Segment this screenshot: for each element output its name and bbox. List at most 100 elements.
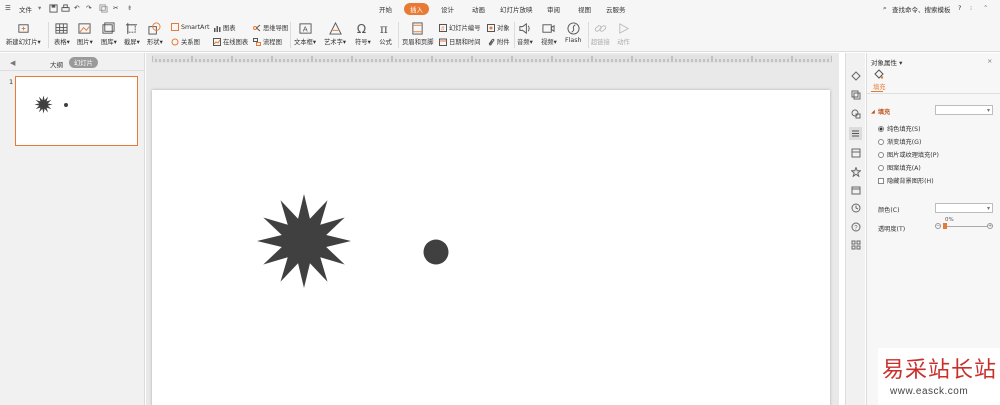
chevron-down-icon: ▾ [986,205,990,212]
tab-outline[interactable]: 大纲 [50,59,63,69]
shapes-icon[interactable] [851,109,861,119]
table-button[interactable]: 表格▾ [54,22,70,46]
tab-slides[interactable]: 幻灯片 [69,57,98,68]
search-icon[interactable]: ⌕ [883,4,887,13]
chart-button[interactable]: 图表 [213,23,236,32]
file-menu[interactable]: 文件 [19,4,32,14]
minus-button[interactable]: − [935,223,941,229]
properties-icon[interactable] [849,127,862,140]
tab-review[interactable]: 审阅 [547,4,560,14]
online-chart-label: 在线图表 [223,39,249,46]
relation-icon [171,38,179,45]
more-icon[interactable]: ⇟ [127,4,132,12]
formula-button[interactable]: π 公式 [379,22,392,46]
apps-icon[interactable] [851,240,861,250]
svg-text:A: A [302,24,307,33]
checkbox [878,177,884,184]
object-button[interactable]: 对象 [487,23,510,32]
style-icon[interactable] [851,71,861,81]
slide-thumbnail[interactable] [15,76,138,146]
tab-home[interactable]: 开始 [379,4,392,14]
date-time-button[interactable]: 日期和时间 [439,37,480,46]
plus-button[interactable]: + [987,223,993,229]
screenshot-label: 截屏 [124,39,137,46]
tab-animation[interactable]: 动画 [472,4,485,14]
radio-pattern-fill[interactable]: 图案填充(A) [878,163,921,172]
wordart-button[interactable]: 艺术字▾ [324,22,346,46]
history-icon[interactable] [851,203,861,213]
chevron-down-icon[interactable]: ▾ [38,4,41,12]
tab-slideshow[interactable]: 幻灯片放映 [500,4,533,14]
transparency-slider[interactable] [943,226,987,227]
close-pane-icon[interactable]: × [987,57,992,65]
panel-collapse-icon[interactable]: ◀ [10,59,15,67]
gallery-button[interactable]: 图库▾ [101,22,117,46]
relation-button[interactable]: 关系图 [171,37,200,46]
omega-icon: Ω [357,22,366,35]
color-dropdown[interactable]: ▾ [935,203,993,213]
redo-icon[interactable]: ↷ [86,4,91,12]
gallery-label: 图库 [101,39,114,46]
slide-number: 1 [9,78,14,86]
hide-bg-checkbox[interactable]: 隐藏背景图形(H) [878,176,934,185]
new-slide-button[interactable]: 新建幻灯片▾ [6,22,41,46]
radio-button [878,125,884,132]
tab-cloud[interactable]: 云服务 [606,4,626,14]
new-slide-icon [18,24,29,33]
copy-format-icon[interactable] [99,4,108,13]
action-button[interactable]: 动作 [617,22,630,46]
flash-button[interactable]: Flash [565,22,582,44]
header-footer-button[interactable]: 页眉和页脚 [402,22,433,46]
watermark-url: www.easck.com [890,386,969,397]
ribbon-toolbar: 新建幻灯片▾ 表格▾ 图片▾ 图库▾ 截屏▾ 形状▾ SmartArt 关系图 … [0,18,1000,52]
mindmap-button[interactable]: 思维导图 [253,23,288,32]
header-footer-icon [412,22,423,35]
date-time-label: 日期和时间 [449,39,481,46]
radio-solid-fill[interactable]: 纯色填充(S) [878,124,921,133]
archive-icon[interactable] [851,185,861,195]
undo-icon[interactable]: ↶ [74,4,79,12]
star-shape[interactable] [256,193,352,289]
search-input[interactable]: 查找命令、搜索模板 [892,4,951,14]
picture-button[interactable]: 图片▾ [77,22,93,46]
audio-button[interactable]: 音频▾ [517,22,533,46]
hamburger-icon[interactable]: ☰ [5,4,11,12]
scissors-icon[interactable]: ✂ [113,4,118,12]
tab-view[interactable]: 视图 [578,4,591,14]
hyperlink-button[interactable]: 超链接 [591,22,610,46]
save-icon[interactable] [49,4,58,13]
fill-bucket-icon[interactable] [873,69,884,80]
smartart-button[interactable]: SmartArt [171,23,209,31]
shape-button[interactable]: 形状▾ [147,22,163,46]
flowchart-button[interactable]: 流程图 [253,37,282,46]
tab-fill[interactable]: 填充 [873,82,886,91]
more-dots-icon[interactable]: ⁝ [970,4,972,12]
screenshot-button[interactable]: 截屏▾ [124,22,140,46]
textbox-button[interactable]: A 文本框▾ [294,22,316,46]
symbol-button[interactable]: Ω 符号▾ [355,22,371,46]
divider [290,22,291,48]
video-button[interactable]: 视频▾ [541,22,557,46]
slide-canvas[interactable] [152,90,830,405]
circle-shape[interactable] [423,239,449,265]
slide-number-button[interactable]: # 幻灯片编号 [439,23,480,32]
help-circle-icon[interactable]: ? [851,222,861,232]
online-chart-button[interactable]: 在线图表 [213,37,248,46]
tab-insert[interactable]: 插入 [404,3,429,15]
print-icon[interactable] [61,4,70,13]
menu-bar: ☰ 文件 ▾ ↶ ↷ ✂ ⇟ 开始 插入 设计 动画 幻灯片放映 审阅 视图 云… [0,0,1000,18]
radio-picture-fill[interactable]: 图片或纹理填充(P) [878,150,939,159]
tab-design[interactable]: 设计 [441,4,454,14]
copy-icon[interactable] [851,90,861,100]
fill-section-header[interactable]: ◢ 填充 [871,107,891,117]
help-icon[interactable]: ? [958,4,961,12]
fill-section-label: 填充 [877,109,891,116]
fill-dropdown[interactable]: ▾ [935,105,993,115]
attachment-button[interactable]: 附件 [487,37,510,46]
collapse-icon[interactable]: ⌃ [983,4,988,12]
layout-icon[interactable] [851,148,861,158]
radio-gradient-fill[interactable]: 渐变填充(G) [878,137,921,146]
star-outline-icon[interactable] [851,167,861,177]
tab-underline [871,91,883,93]
slider-handle[interactable] [943,223,947,229]
